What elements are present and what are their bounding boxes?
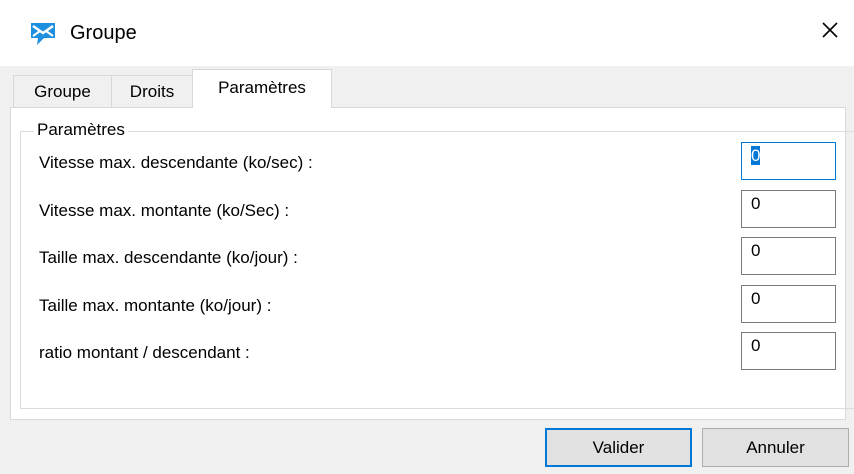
download-size-input[interactable]: 0: [741, 237, 836, 275]
close-icon: [821, 21, 839, 44]
title-bar: Groupe: [0, 0, 854, 66]
tab-groupe[interactable]: Groupe: [13, 75, 112, 108]
download-speed-value: 0: [751, 146, 761, 165]
tab-parametres[interactable]: Paramètres: [192, 69, 332, 108]
upload-size-input[interactable]: 0: [741, 285, 836, 323]
upload-speed-label: Vitesse max. montante (ko/Sec) :: [39, 201, 290, 220]
tab-label: Droits: [129, 82, 175, 101]
download-speed-input[interactable]: 0: [741, 142, 836, 180]
ratio-input[interactable]: 0: [741, 332, 836, 370]
download-size-value: 0: [751, 241, 761, 260]
upload-speed-value: 0: [751, 194, 761, 213]
tab-label: Groupe: [34, 82, 91, 101]
groupbox-legend: Paramètres: [34, 120, 128, 140]
upload-speed-input[interactable]: 0: [741, 190, 836, 228]
valider-button[interactable]: Valider: [545, 428, 692, 467]
annuler-button[interactable]: Annuler: [702, 428, 849, 467]
window-title: Groupe: [70, 22, 137, 44]
tab-label: Paramètres: [218, 78, 306, 97]
tab-droits[interactable]: Droits: [111, 75, 193, 108]
group-envelope-icon: [29, 21, 57, 47]
annuler-button-label: Annuler: [746, 437, 805, 457]
download-speed-label: Vitesse max. descendante (ko/sec) :: [39, 153, 313, 172]
valider-button-label: Valider: [592, 437, 645, 457]
ratio-value: 0: [751, 336, 761, 355]
close-button[interactable]: [806, 12, 854, 52]
upload-size-label: Taille max. montante (ko/jour) :: [39, 296, 272, 315]
download-size-label: Taille max. descendante (ko/jour) :: [39, 248, 298, 267]
ratio-label: ratio montant / descendant :: [39, 343, 250, 362]
footer-divider: [0, 420, 854, 421]
upload-size-value: 0: [751, 289, 761, 308]
